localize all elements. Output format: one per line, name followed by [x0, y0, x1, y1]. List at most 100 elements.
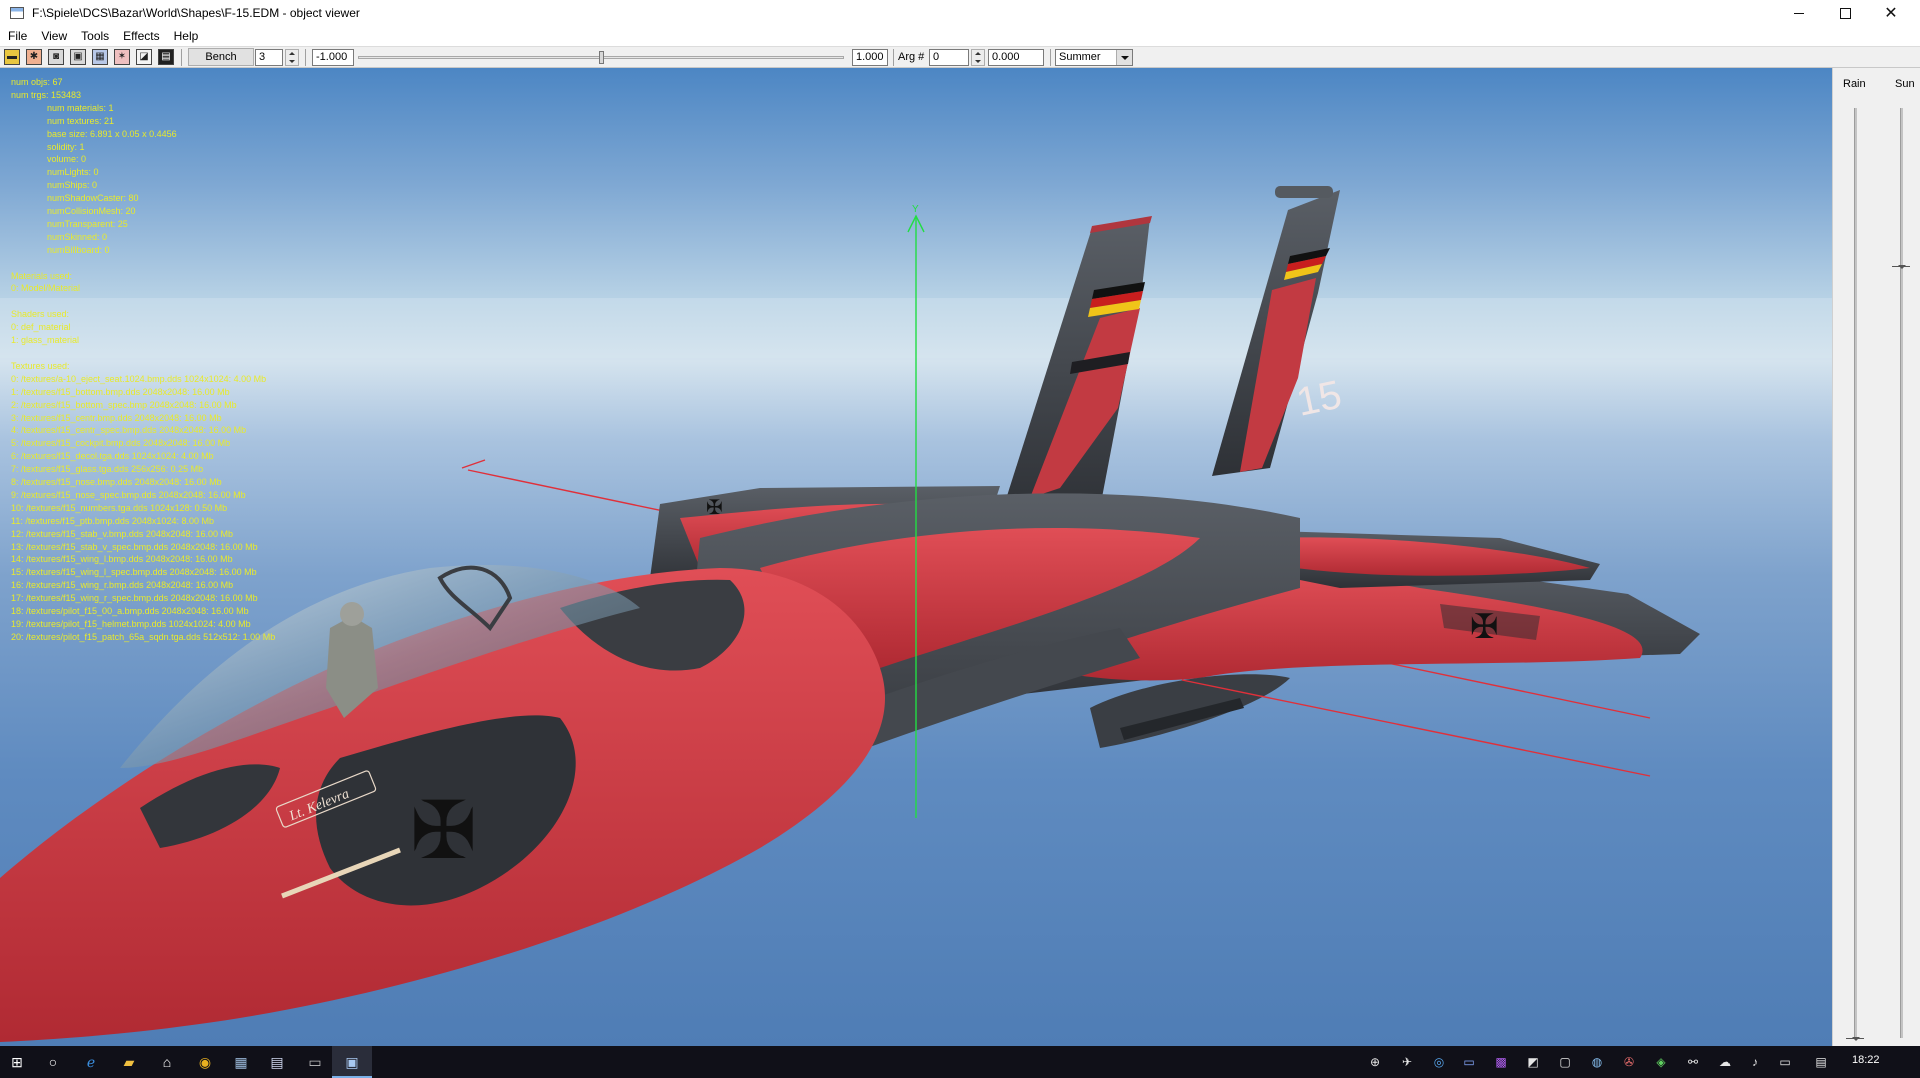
tail-number: 15 [1293, 373, 1346, 425]
arg-max-field[interactable]: 1.000 [852, 49, 888, 66]
left-vertical-tail [1000, 216, 1152, 518]
toolbar-separator [1050, 49, 1051, 66]
menu-view[interactable]: View [34, 26, 74, 46]
stats-line: 4: /textures/f15_centr_spec.bmp.dds 2048… [11, 425, 247, 436]
steam-icon[interactable]: ◍ [1590, 1055, 1604, 1069]
rain-slider-track[interactable] [1854, 108, 1857, 1038]
chrome-icon[interactable]: ◉ [196, 1053, 214, 1071]
arg-min-field[interactable]: -1.000 [312, 49, 354, 66]
stats-line: Materials used: [11, 270, 73, 281]
x-axis-arrow [461, 459, 486, 469]
stats-spacer [11, 257, 275, 270]
toolbar: ▬ ✱ ◙ ▣ ▦ ✶ ◪ ▤ Bench 3 -1.000 1.000 Arg… [0, 46, 1920, 68]
render-mode-icon[interactable]: ▦ [92, 49, 108, 65]
globe-icon[interactable]: ⊕ [1368, 1055, 1382, 1069]
bench-count-spinner[interactable] [285, 49, 299, 66]
open-file-icon[interactable]: ▬ [4, 49, 20, 65]
volume-icon[interactable]: ♪ [1748, 1055, 1762, 1069]
y-axis-label: Y [912, 204, 919, 215]
network-app-icon[interactable]: ▦ [232, 1053, 250, 1071]
stats-line: numShips: 0 [47, 180, 98, 191]
stats-line: 0: Model/Material [11, 283, 81, 294]
arg-number-field[interactable]: 0 [929, 49, 969, 66]
toolbar-separator [305, 49, 306, 66]
stats-line: base size: 6.891 x 0.05 x 0.4456 [47, 128, 177, 139]
bench-button[interactable]: Bench [188, 48, 254, 66]
security-icon[interactable]: ◈ [1654, 1055, 1668, 1069]
maximize-button[interactable] [1822, 0, 1868, 26]
stats-line: numLights: 0 [47, 167, 99, 178]
sun-slider-track[interactable] [1900, 108, 1903, 1038]
file-explorer-icon[interactable]: ▰ [120, 1053, 138, 1071]
wireframe-icon[interactable]: ▣ [70, 49, 86, 65]
menu-file[interactable]: File [0, 26, 34, 46]
cortana-icon[interactable]: ○ [44, 1053, 62, 1071]
toolbar-separator [893, 49, 894, 66]
svg-text:✠: ✠ [706, 497, 723, 519]
rain-slider-thumb[interactable] [1846, 1032, 1864, 1041]
windows-taskbar: ⊞ ○ ℯ ▰ ⌂ ◉ ▦ ▤ ▭ ▣ ⊕ ✈ ◎ ▭ ▩ ◩ ▢ ◍ ✇ ◈ … [0, 1046, 1920, 1078]
menu-tools[interactable]: Tools [74, 26, 116, 46]
stats-line: 1: /textures/f15_bottom.bmp.dds 2048x204… [11, 386, 230, 397]
stats-line: 2: /textures/f15_bottom_spec.bmp 2048x20… [11, 399, 237, 410]
cloud-icon[interactable]: ☁ [1718, 1055, 1732, 1069]
arg-number-spinner[interactable] [971, 49, 985, 66]
fuselage-cross-marking: ✠ [410, 786, 477, 875]
sun-label: Sun [1895, 78, 1915, 90]
store-icon[interactable]: ⌂ [158, 1053, 176, 1071]
run-animation-icon[interactable]: ✱ [26, 49, 42, 65]
screenshot-icon[interactable]: ▤ [158, 49, 174, 65]
game-icon[interactable]: ✇ [1622, 1055, 1636, 1069]
stats-line: 14: /textures/f15_wing_l.bmp.dds 2048x20… [11, 554, 233, 565]
object-viewer-icon[interactable]: ▣ [343, 1053, 361, 1071]
vpn-icon[interactable]: ◩ [1526, 1055, 1540, 1069]
chevron-down-icon[interactable] [1116, 50, 1132, 65]
toolbar-separator [181, 49, 182, 66]
wing-cross-marking: ✠ [1470, 608, 1499, 646]
notification-icon[interactable]: ▤ [1814, 1055, 1828, 1069]
stats-line: 19: /textures/pilot_f15_helmet.bmp.dds 1… [11, 619, 251, 630]
drop-tank [1090, 674, 1290, 748]
camera-icon[interactable]: ◙ [48, 49, 64, 65]
bench-count-field[interactable]: 3 [255, 49, 283, 66]
stats-line: Textures used: [11, 360, 70, 371]
monitor-app-icon[interactable]: ▭ [1462, 1055, 1476, 1069]
stats-line: 12: /textures/f15_stab_v.bmp.dds 2048x20… [11, 528, 233, 539]
plane-icon[interactable]: ✈ [1400, 1055, 1414, 1069]
stats-line: numShadowCaster: 80 [47, 193, 139, 204]
season-select[interactable]: Summer [1055, 49, 1133, 66]
model-statistics-overlay: num objs: 67 num trgs: 153483 num material… [11, 76, 275, 644]
stats-line: 3: /textures/f15_centr.bmp.dds 2048x2048… [11, 412, 222, 423]
light-icon[interactable]: ◪ [136, 49, 152, 65]
skeleton-icon[interactable]: ✶ [114, 49, 130, 65]
menu-effects[interactable]: Effects [116, 26, 166, 46]
weather-panel: Rain Sun [1832, 68, 1920, 1046]
stats-line: numBillboard: 0 [47, 244, 110, 255]
network-icon[interactable]: ⚯ [1686, 1055, 1700, 1069]
rain-label: Rain [1843, 78, 1866, 90]
stats-line: num objs: 67 [11, 77, 63, 87]
editor-app-icon[interactable]: ▤ [268, 1053, 286, 1071]
usb-icon[interactable]: ▢ [1558, 1055, 1572, 1069]
menu-help[interactable]: Help [167, 26, 206, 46]
app-window-icon [10, 7, 24, 19]
minimize-button[interactable] [1776, 0, 1822, 26]
edge-icon[interactable]: ℯ [82, 1053, 100, 1071]
teamspeak-icon[interactable]: ◎ [1432, 1055, 1446, 1069]
stats-line: num materials: 1 [47, 102, 114, 113]
taskbar-clock[interactable]: 18:22 [1852, 1054, 1880, 1066]
display-icon[interactable]: ▭ [1778, 1055, 1792, 1069]
stats-line: 18: /textures/pilot_f15_00_a.bmp.dds 204… [11, 606, 249, 617]
close-button[interactable]: ✕ [1868, 0, 1914, 26]
arg-value-field[interactable]: 0.000 [988, 49, 1044, 66]
terminal-icon[interactable]: ▭ [306, 1053, 324, 1071]
sun-slider-thumb[interactable] [1892, 260, 1910, 270]
3d-viewport[interactable]: 15 ✠ ✠ ✠ Lt. Kelevra Y num objs: 67 num … [0, 68, 1832, 1046]
gpu-app-icon[interactable]: ▩ [1494, 1055, 1508, 1069]
window-title: F:\Spiele\DCS\Bazar\World\Shapes\F-15.ED… [32, 6, 360, 20]
stats-line: 7: /textures/f15_glass.tga.dds 256x256: … [11, 464, 204, 475]
windows-start-icon[interactable]: ⊞ [8, 1053, 26, 1071]
stats-line: volume: 0 [47, 154, 87, 165]
arg-slider-thumb[interactable] [599, 51, 604, 64]
stats-line: 6: /textures/f15_decol.tga.dds 1024x1024… [11, 451, 214, 462]
